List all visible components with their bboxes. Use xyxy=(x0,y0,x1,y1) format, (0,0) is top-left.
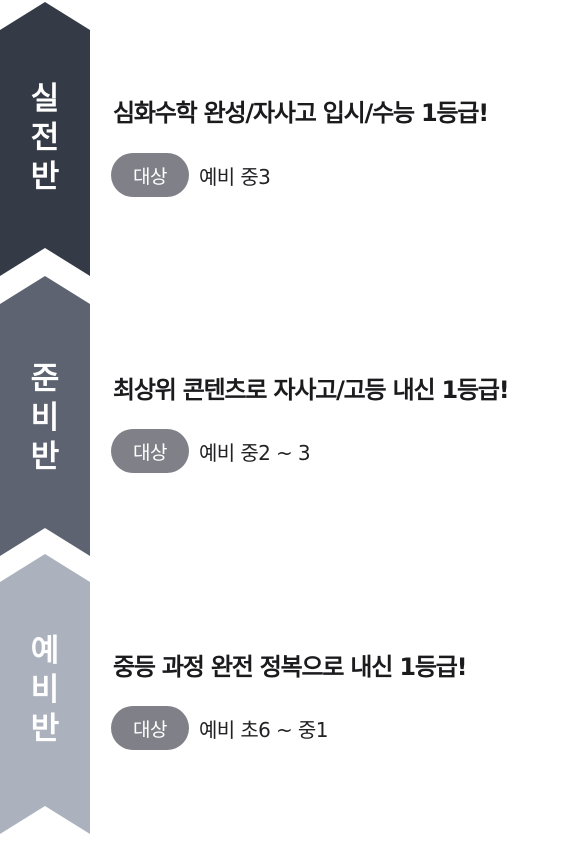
stage-label-char: 비 xyxy=(30,672,60,708)
stage-preliminary: 예 비 반 xyxy=(0,554,90,854)
stage-label-char: 반 xyxy=(30,439,60,475)
stage-advanced-target: 대상 예비 중3 xyxy=(111,153,271,197)
stage-preparation-headline: 최상위 콘텐츠로 자사고/고등 내신 1등급! xyxy=(113,376,510,404)
target-badge: 대상 xyxy=(111,706,189,750)
target-value: 예비 초6 ~ 중1 xyxy=(198,717,328,742)
stage-advanced-headline: 심화수학 완성/자사고 입시/수능 1등급! xyxy=(113,99,489,127)
stage-label-char: 실 xyxy=(30,81,60,117)
stage-label-char: 반 xyxy=(30,159,60,195)
stage-preparation-target: 대상 예비 중2 ~ 3 xyxy=(111,429,311,473)
stage-label-char: 비 xyxy=(30,400,60,436)
stage-label-char: 반 xyxy=(30,711,60,747)
stage-preliminary-headline: 중등 과정 완전 정복으로 내신 1등급! xyxy=(113,653,468,681)
target-value: 예비 중2 ~ 3 xyxy=(198,440,311,465)
stage-advanced: 실 전 반 xyxy=(0,0,90,300)
stage-preparation: 준 비 반 xyxy=(0,276,90,576)
stage-preliminary-label: 예 비 반 xyxy=(0,632,90,749)
stage-label-char: 준 xyxy=(30,361,60,397)
stage-advanced-label: 실 전 반 xyxy=(0,80,90,197)
target-value: 예비 중3 xyxy=(198,164,271,189)
stage-label-char: 전 xyxy=(30,120,60,156)
stage-preparation-label: 준 비 반 xyxy=(0,360,90,477)
target-badge: 대상 xyxy=(111,429,189,473)
stage-preliminary-target: 대상 예비 초6 ~ 중1 xyxy=(111,706,328,750)
target-badge: 대상 xyxy=(111,153,189,197)
stage-label-char: 예 xyxy=(30,633,60,669)
